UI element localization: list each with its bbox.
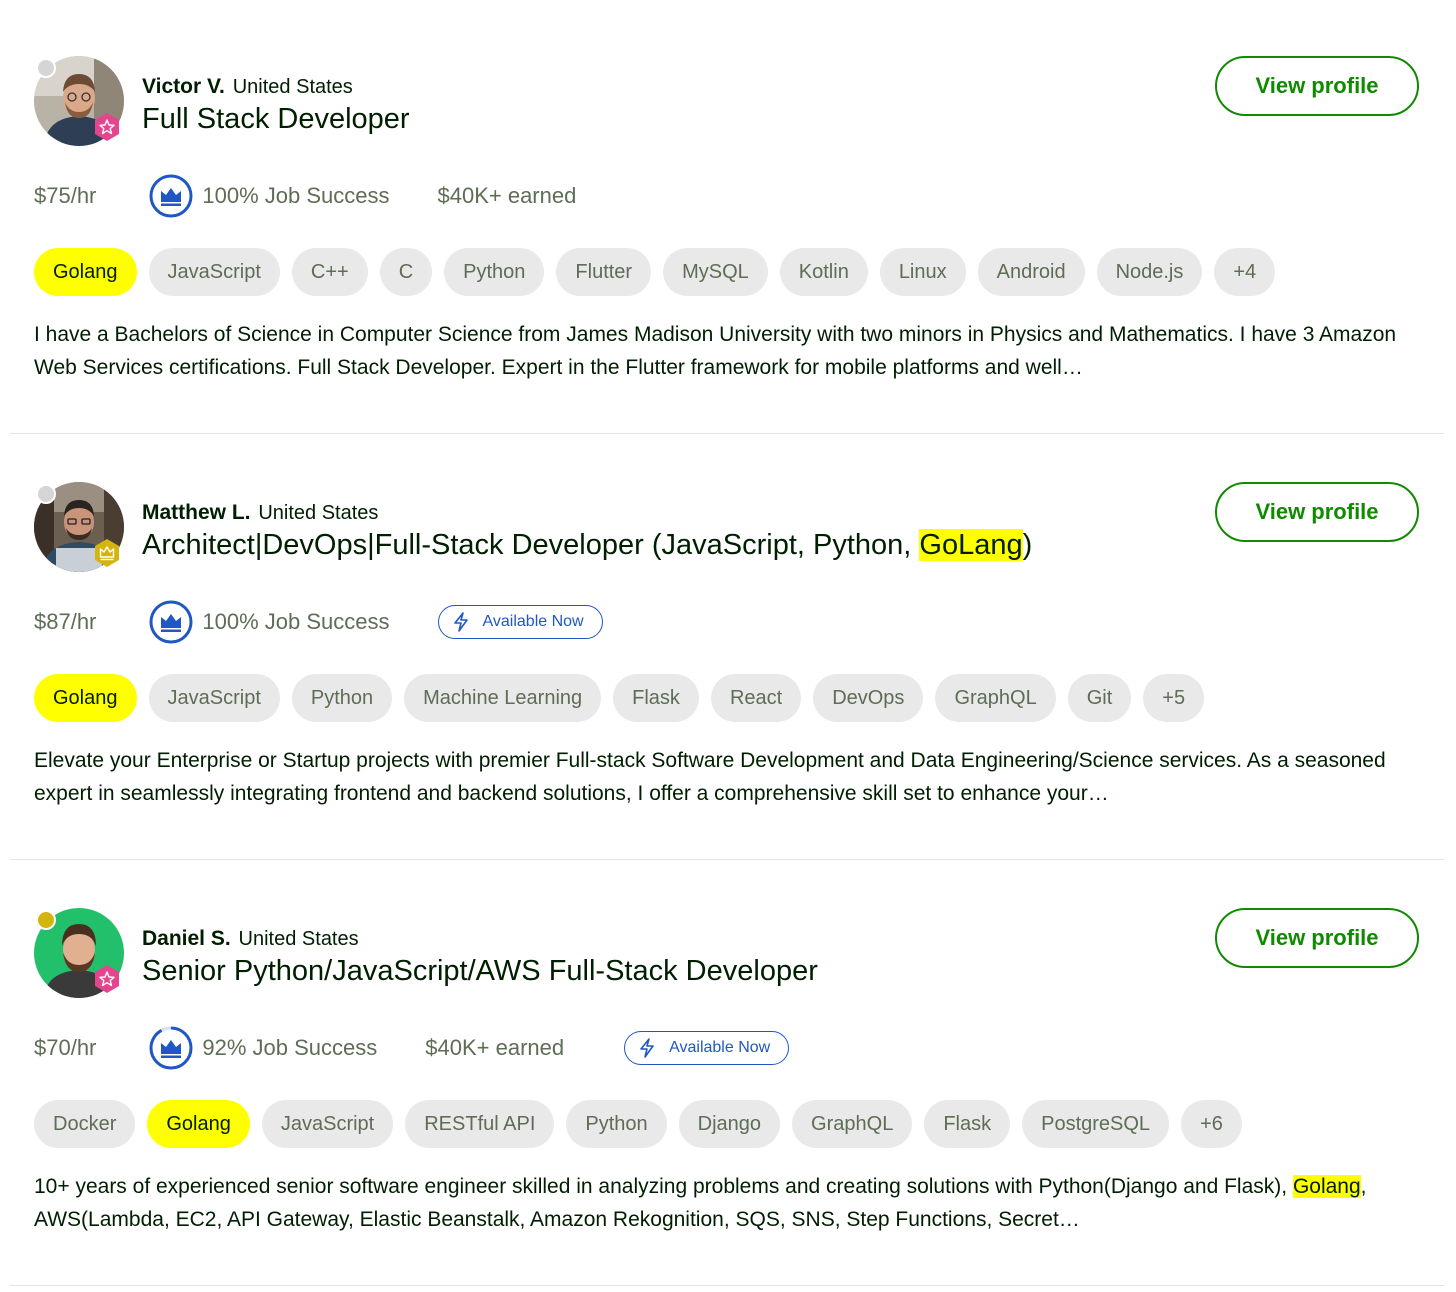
online-status-dot (36, 910, 56, 930)
job-success-label: 100% Job Success (202, 609, 390, 634)
skills-list: Docker Golang JavaScript RESTful API Pyt… (34, 1100, 1254, 1148)
avatar[interactable] (34, 482, 124, 572)
avatar[interactable] (34, 908, 124, 998)
online-status-dot (36, 58, 56, 78)
top-rated-star-icon (95, 965, 119, 993)
freelancer-name[interactable]: Daniel S. (142, 927, 231, 950)
title-text: Architect|DevOps|Full-Stack Developer (J… (142, 529, 920, 561)
hourly-rate: $70/hr (34, 1035, 97, 1060)
title-text: Senior Python/JavaScript/AWS Full-Stack … (142, 955, 818, 987)
skill-chip[interactable]: MySQL (663, 248, 768, 296)
skill-chip[interactable]: Flutter (556, 248, 652, 296)
name-line: Victor V. United States (142, 74, 353, 100)
desc-highlight: Golang (1292, 1175, 1361, 1198)
freelancer-description: 10+ years of experienced senior software… (34, 1170, 1434, 1236)
skill-chip[interactable]: JavaScript (148, 674, 280, 722)
skill-chip[interactable]: Machine Learning (404, 674, 602, 722)
stats-row: $70/hr 92% Job Success $40K+ earned Avai… (34, 1024, 790, 1072)
freelancer-country: United States (238, 928, 359, 950)
freelancer-title[interactable]: Full Stack Developer (142, 101, 410, 137)
skill-chip[interactable]: Flask (924, 1100, 1011, 1148)
skill-chip[interactable]: RESTful API (405, 1100, 555, 1148)
freelancer-country: United States (232, 76, 353, 98)
skill-chip[interactable]: C++ (291, 248, 368, 296)
avatar[interactable] (34, 56, 124, 146)
freelancer-description: I have a Bachelors of Science in Compute… (34, 318, 1434, 384)
skill-chip[interactable]: Golang (34, 674, 137, 722)
job-success-crown-icon (149, 600, 193, 644)
job-success-crown-icon (149, 1026, 193, 1070)
skill-chip[interactable]: Docker (34, 1100, 136, 1148)
title-text-end: ) (1022, 529, 1033, 561)
available-now-label: Available Now (669, 1039, 771, 1056)
desc-text: 10+ years of experienced senior software… (34, 1175, 1293, 1198)
skill-chip[interactable]: Python (566, 1100, 667, 1148)
skill-chip[interactable]: Android (977, 248, 1085, 296)
stats-row: $75/hr 100% Job Success $40K+ earned (34, 172, 628, 220)
hourly-rate: $87/hr (34, 609, 97, 634)
skill-chip[interactable]: DevOps (813, 674, 924, 722)
freelancer-card[interactable]: Matthew L. United States Architect|DevOp… (10, 434, 1444, 860)
online-status-dot (36, 484, 56, 504)
skill-chip[interactable]: Python (444, 248, 545, 296)
available-now-badge: Available Now (437, 605, 603, 639)
skill-chip[interactable]: Django (678, 1100, 781, 1148)
skill-chip[interactable]: JavaScript (261, 1100, 394, 1148)
available-now-badge: Available Now (624, 1031, 790, 1065)
skill-chip[interactable]: Python (291, 674, 393, 722)
more-skills-chip[interactable]: +4 (1214, 248, 1276, 296)
skill-chip[interactable]: Golang (147, 1100, 250, 1148)
available-now-label: Available Now (482, 613, 584, 630)
skill-chip[interactable]: PostgreSQL (1022, 1100, 1170, 1148)
desc-text: Elevate your Enterprise or Startup proje… (34, 749, 1386, 805)
freelancer-name[interactable]: Matthew L. (142, 501, 251, 524)
lightning-bolt-icon (640, 1038, 654, 1058)
total-earned: $40K+ earned (425, 1035, 565, 1060)
job-success: 100% Job Success (148, 599, 390, 645)
freelancer-card[interactable]: Daniel S. United States Senior Python/Ja… (10, 860, 1444, 1286)
top-rated-star-icon (95, 113, 119, 141)
desc-text: I have a Bachelors of Science in Compute… (34, 323, 1397, 379)
skill-chip[interactable]: Kotlin (779, 248, 868, 296)
more-skills-chip[interactable]: +5 (1143, 674, 1205, 722)
skills-list: Golang JavaScript Python Machine Learnin… (34, 674, 1216, 722)
view-profile-button[interactable]: View profile (1215, 482, 1419, 542)
lightning-bolt-icon (453, 612, 468, 632)
freelancer-title[interactable]: Senior Python/JavaScript/AWS Full-Stack … (142, 953, 818, 989)
job-success: 100% Job Success (148, 173, 390, 219)
name-line: Matthew L. United States (142, 500, 378, 526)
skill-chip[interactable]: JavaScript (148, 248, 280, 296)
skill-chip[interactable]: Git (1067, 674, 1132, 722)
freelancer-country: United States (258, 502, 379, 524)
skills-list: Golang JavaScript C++ C Python Flutter M… (34, 248, 1287, 296)
skill-chip[interactable]: GraphQL (935, 674, 1056, 722)
freelancer-title[interactable]: Architect|DevOps|Full-Stack Developer (J… (142, 527, 1032, 563)
skill-chip[interactable]: GraphQL (792, 1100, 913, 1148)
stats-row: $87/hr 100% Job Success Available Now (34, 598, 603, 646)
job-success-crown-icon (149, 174, 193, 218)
skill-chip[interactable]: Golang (34, 248, 137, 296)
more-skills-chip[interactable]: +6 (1181, 1100, 1242, 1148)
skill-chip[interactable]: Flask (613, 674, 699, 722)
freelancer-description: Elevate your Enterprise or Startup proje… (34, 744, 1434, 810)
skill-chip[interactable]: Node.js (1096, 248, 1203, 296)
title-highlight: GoLang (919, 529, 1023, 561)
job-success-label: 92% Job Success (202, 1035, 378, 1060)
hourly-rate: $75/hr (34, 183, 97, 208)
view-profile-button[interactable]: View profile (1215, 908, 1419, 968)
expert-vetted-crown-icon (95, 539, 119, 567)
job-success-label: 100% Job Success (202, 183, 390, 208)
name-line: Daniel S. United States (142, 926, 359, 952)
job-success: 92% Job Success (148, 1025, 377, 1071)
total-earned: $40K+ earned (437, 183, 577, 208)
freelancer-card[interactable]: Victor V. United States Full Stack Devel… (10, 8, 1444, 434)
skill-chip[interactable]: C (379, 248, 433, 296)
skill-chip[interactable]: React (710, 674, 802, 722)
title-text: Full Stack Developer (142, 103, 410, 135)
freelancer-name[interactable]: Victor V. (142, 75, 225, 98)
skill-chip[interactable]: Linux (879, 248, 966, 296)
view-profile-button[interactable]: View profile (1215, 56, 1419, 116)
